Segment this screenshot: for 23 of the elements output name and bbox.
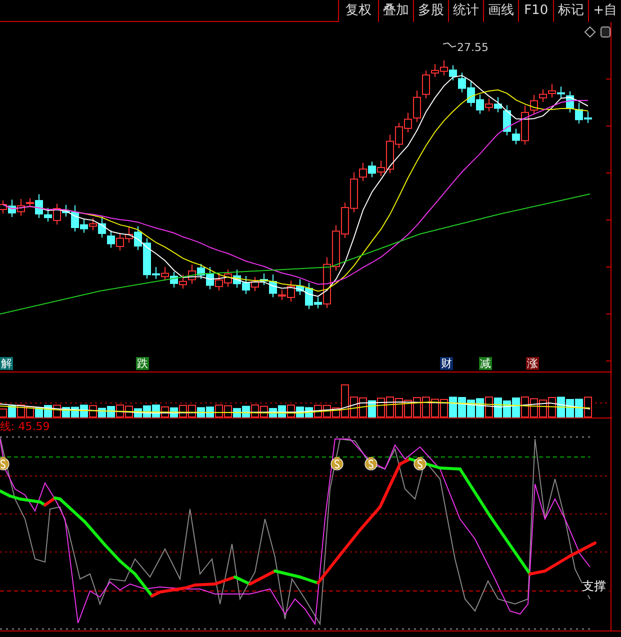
indicator-value-label: 线: 45.59 [0,419,50,435]
leader-line [442,42,456,48]
toolbar-button[interactable]: +自 [588,0,621,22]
toolbar-button[interactable]: 画线 [483,0,518,22]
event-marker: 涨 [526,357,539,370]
signal-label: 支撑 [582,577,606,595]
money-bag-icon [0,457,10,470]
event-marker: 跌 [136,357,149,370]
toolbar-button[interactable]: 标记 [553,0,588,22]
event-marker: 解 [0,357,13,370]
price-high-label: 27.55 [457,40,488,56]
toolbar-button[interactable]: 统计 [448,0,484,22]
event-marker: 减 [479,357,492,370]
money-bag-icon [364,457,378,470]
toolbar-button[interactable]: 多股 [413,0,448,22]
money-bag-icon [330,457,344,470]
money-bag-icon [414,457,426,470]
diamond-icon [584,26,596,38]
panel-toggle-icon [600,26,610,38]
toolbar-button[interactable]: 叠加 [378,0,414,22]
event-marker: 财 [440,357,453,370]
toolbar-button[interactable]: 复权 [338,0,378,22]
toolbar-button[interactable]: F10 [518,0,554,22]
